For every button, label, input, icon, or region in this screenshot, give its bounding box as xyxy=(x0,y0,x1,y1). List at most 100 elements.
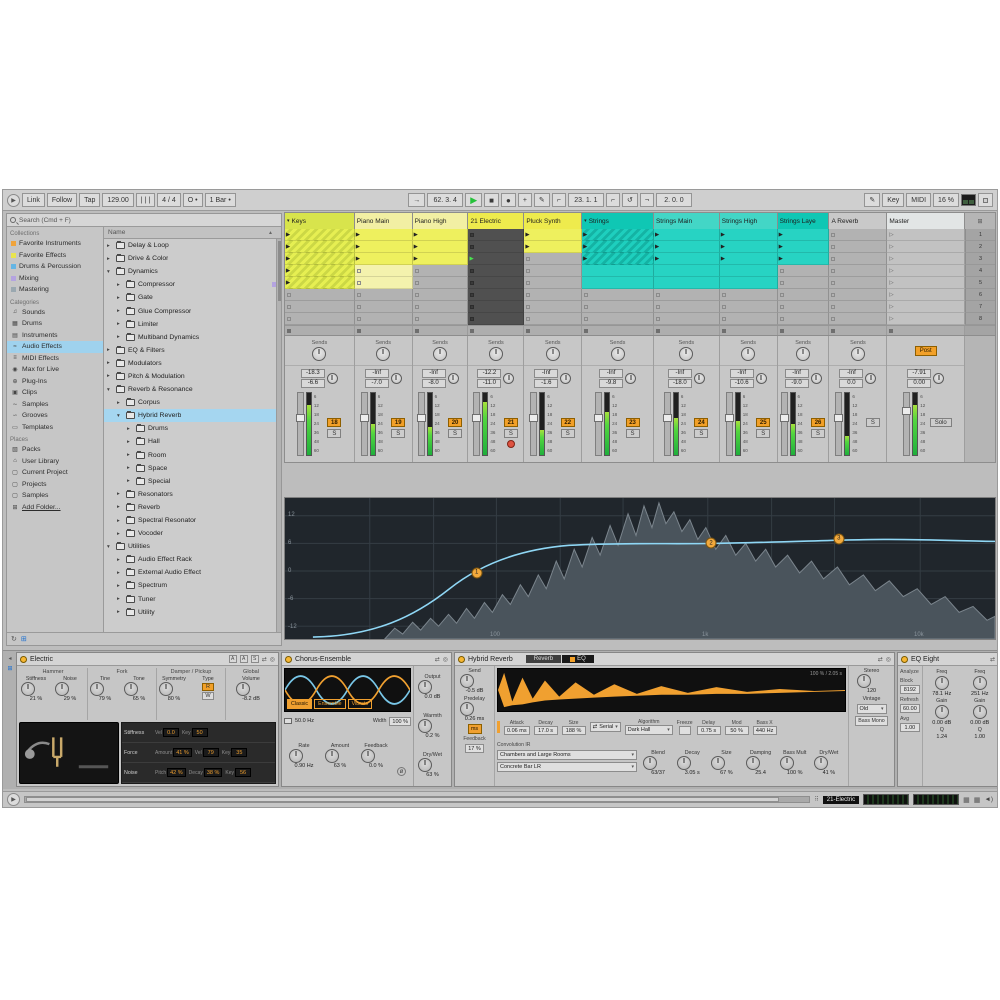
clip-stop-button[interactable] xyxy=(524,326,583,335)
clip-slot[interactable]: ▶ xyxy=(285,253,355,265)
eq-band-handle[interactable]: 1 xyxy=(471,567,483,579)
dry-wet-knob[interactable] xyxy=(813,756,828,770)
mode-vibrato[interactable]: Vibrato xyxy=(347,699,373,709)
tree-item-pitch-modulation[interactable]: ▸ Pitch & Modulation xyxy=(104,370,281,383)
scene-number[interactable]: 2 xyxy=(965,241,996,253)
solo-button[interactable]: S xyxy=(694,429,709,438)
pan-knob[interactable] xyxy=(326,372,338,384)
tree-caret-icon[interactable]: ▸ xyxy=(117,570,123,576)
solo-button[interactable]: S xyxy=(327,429,342,438)
sidebar-item-drums[interactable]: ▦ Drums xyxy=(7,318,103,330)
clip-slot[interactable]: ▶ xyxy=(653,241,720,253)
clip-stop-button[interactable] xyxy=(720,326,778,335)
band-gain-knob[interactable] xyxy=(934,705,949,719)
send-knob[interactable] xyxy=(545,347,560,361)
clip-stop-button[interactable] xyxy=(413,326,469,335)
group-unfold-icon[interactable]: ▾ xyxy=(584,218,587,224)
output-knob[interactable] xyxy=(417,680,432,695)
fader-thumb[interactable] xyxy=(472,414,482,423)
clip-slot[interactable] xyxy=(524,289,583,301)
clip-slot[interactable] xyxy=(468,301,525,313)
clip-slot[interactable] xyxy=(653,289,720,301)
hpf-toggle[interactable] xyxy=(284,718,292,724)
clip-slot[interactable] xyxy=(829,253,888,265)
solo-button[interactable]: S xyxy=(560,429,575,438)
clip-slot[interactable]: ▶ xyxy=(412,253,469,265)
sidebar-item-packs[interactable]: ▧ Packs xyxy=(7,444,103,456)
clip-slot[interactable] xyxy=(829,277,888,289)
device-on-toggle[interactable] xyxy=(458,655,465,663)
fader-value[interactable]: -10.6 xyxy=(729,378,754,388)
volume-fader[interactable] xyxy=(834,392,844,456)
clip-slot[interactable] xyxy=(829,241,888,253)
tree-item-hall[interactable]: ▸ Hall xyxy=(104,435,281,448)
solo-button[interactable]: S xyxy=(865,418,880,427)
sidebar-item-midi-effects[interactable]: ≡ MIDI Effects xyxy=(7,353,103,365)
tree-item-eq-filters[interactable]: ▸ EQ & Filters xyxy=(104,344,281,357)
track-header-a-reverb[interactable]: A Reverb xyxy=(829,213,888,229)
predelay-unit-toggle[interactable]: ms xyxy=(467,724,482,734)
dry-wet-knob[interactable] xyxy=(417,757,432,772)
tree-caret-icon[interactable]: ▸ xyxy=(107,373,113,379)
clip-slot[interactable] xyxy=(468,313,525,325)
track-header-strings-main[interactable]: Strings Main xyxy=(653,213,720,229)
solo-button[interactable]: S xyxy=(811,429,826,438)
clip-stop-button[interactable] xyxy=(355,326,413,335)
scene-number[interactable]: 5 xyxy=(965,277,996,289)
clip-slot[interactable] xyxy=(582,289,654,301)
scene-slot[interactable]: ▷ xyxy=(887,277,966,289)
volume-fader[interactable] xyxy=(416,392,426,456)
send-knob[interactable] xyxy=(433,347,448,361)
track-header-master[interactable]: Master xyxy=(887,213,966,229)
link-button[interactable]: Link xyxy=(22,193,45,207)
track-header-pluck-synth[interactable]: Pluck Synth xyxy=(524,213,583,229)
band-freq-knob[interactable] xyxy=(972,676,987,690)
algorithm-selector[interactable]: Dark Hall ▾ xyxy=(624,725,673,735)
tree-item-tuner[interactable]: ▸ Tuner xyxy=(104,593,281,606)
fader-value[interactable]: -9.0 xyxy=(784,378,809,388)
volume-fader[interactable] xyxy=(529,392,539,456)
pan-knob[interactable] xyxy=(865,372,877,384)
ir-category-selector[interactable]: Chambers and Large Rooms ▾ xyxy=(497,750,637,760)
tree-caret-icon[interactable]: ▸ xyxy=(107,347,113,353)
groove-amount-button[interactable]: O • xyxy=(182,193,203,207)
tree-header[interactable]: Name ▲ xyxy=(104,227,281,239)
clip-slot[interactable] xyxy=(829,289,888,301)
sidebar-item-samples[interactable]: ▢ Samples xyxy=(7,490,103,502)
param-value[interactable]: 56 xyxy=(235,768,252,777)
sidebar-item-plug-ins[interactable]: ⊕ Plug-Ins xyxy=(7,376,103,388)
tree-caret-icon[interactable]: ▸ xyxy=(117,557,123,563)
volume-fader[interactable] xyxy=(724,392,734,456)
tree-caret-icon[interactable]: ▸ xyxy=(117,334,123,340)
feedback-value[interactable]: 17 % xyxy=(465,744,484,753)
io-show-toggle[interactable]: ⊞ xyxy=(965,213,996,229)
clip-slot[interactable]: ▶ xyxy=(524,241,583,253)
param-value[interactable]: 60.00 xyxy=(900,704,920,713)
scene-number[interactable]: 3 xyxy=(965,253,996,265)
predelay-knob[interactable] xyxy=(459,702,474,716)
symmetry-knob[interactable] xyxy=(159,682,173,696)
loop-length-field[interactable]: 2. 0. 0 xyxy=(655,193,692,207)
damping-knob[interactable] xyxy=(745,756,760,770)
blend-knob[interactable] xyxy=(643,756,658,770)
tree-item-utilities[interactable]: ▾ Utilities xyxy=(104,540,281,553)
fader-value[interactable]: -8.0 xyxy=(421,378,446,388)
clip-slot[interactable] xyxy=(777,265,830,277)
loop-start-field[interactable]: 23. 1. 1 xyxy=(567,193,604,207)
solo-button[interactable]: S xyxy=(756,429,771,438)
scene-slot[interactable]: ▷ xyxy=(887,229,966,241)
stiffness-knob[interactable] xyxy=(21,682,35,696)
eq-band-handle[interactable]: 3 xyxy=(833,533,845,545)
clip-slot[interactable]: ▶ xyxy=(468,253,525,265)
clip-slot[interactable]: ▶ xyxy=(653,253,720,265)
clip-slot[interactable] xyxy=(777,313,830,325)
track-header-keys[interactable]: ▾ Keys xyxy=(285,213,355,229)
q-value[interactable]: 1.24 xyxy=(936,734,947,740)
tree-scrollbar[interactable] xyxy=(276,239,281,632)
track-activator[interactable]: 25 xyxy=(756,418,771,427)
sidebar-item-clips[interactable]: ▣ Clips xyxy=(7,387,103,399)
clip-slot[interactable] xyxy=(285,289,355,301)
tree-item-reverb[interactable]: ▸ Reverb xyxy=(104,501,281,514)
clip-slot[interactable]: ▶ xyxy=(777,241,830,253)
hot-swap-icon[interactable]: ⇄ xyxy=(990,656,995,663)
